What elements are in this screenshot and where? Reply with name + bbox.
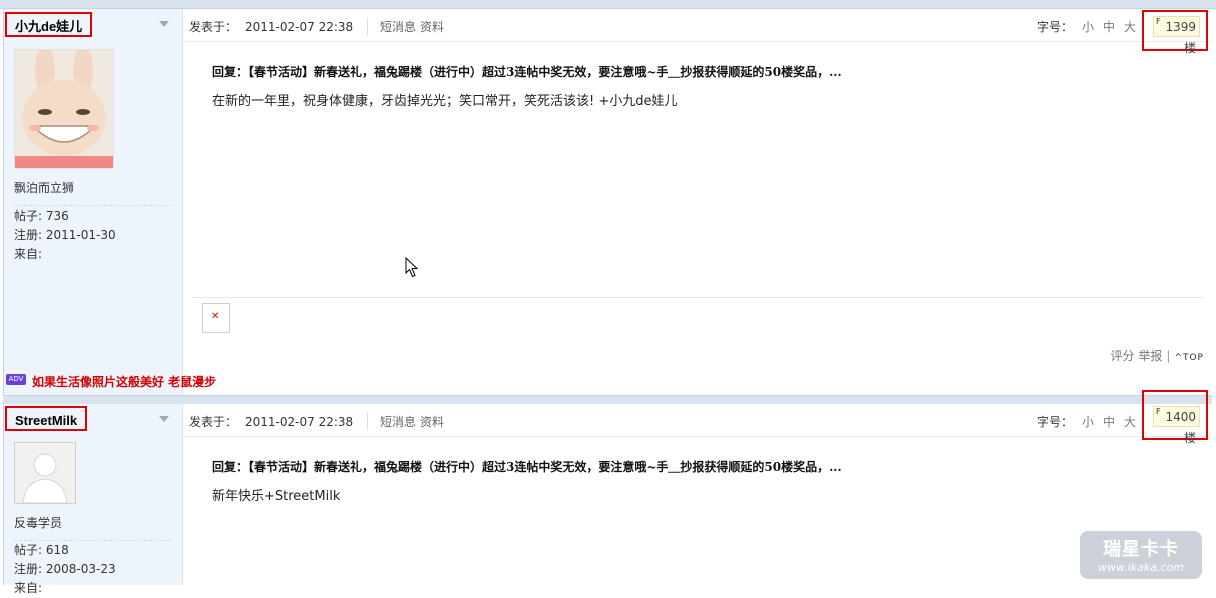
site-watermark: 瑞星卡卡 www.ikaka.com — [1080, 531, 1202, 579]
stat-from: 来自: — [14, 247, 43, 261]
signature-divider — [192, 297, 1204, 298]
time-label: 发表于： — [189, 20, 238, 34]
user-links: 短消息 资料 — [367, 413, 448, 430]
font-size-label: 字号： — [1036, 415, 1073, 429]
post-actions: 评分 举报 | ^TOP — [1111, 347, 1204, 364]
font-size-label: 字号： — [1036, 20, 1073, 34]
adv-badge: ADV — [6, 374, 26, 385]
reply-title: 回复：【春节活动】新春送礼，福兔踢楼（进行中）超过3连帖中奖无效，要注意哦~手＿… — [212, 460, 842, 474]
profile-link[interactable]: 资料 — [420, 20, 444, 34]
stat-posts: 帖子: 618 — [14, 543, 69, 557]
report-link[interactable]: 举报 — [1138, 349, 1162, 363]
reply-title: 回复：【春节活动】新春送礼，福兔踢楼（进行中）超过3连帖中奖无效，要注意哦~手＿… — [212, 65, 842, 79]
menu-chevron-icon[interactable] — [159, 416, 169, 422]
profile-link[interactable]: 资料 — [420, 415, 444, 429]
font-small[interactable]: 小 — [1082, 415, 1094, 429]
ad-link[interactable]: 如果生活像照片这般美好 老鼠漫步 — [32, 373, 216, 390]
time-label: 发表于： — [189, 415, 238, 429]
stat-from: 来自: — [14, 581, 43, 595]
font-medium[interactable]: 中 — [1103, 415, 1115, 429]
font-medium[interactable]: 中 — [1103, 20, 1115, 34]
time-value: 2011-02-07 22:38 — [245, 415, 354, 429]
top-strip — [0, 0, 1216, 9]
post-message: 在新的一年里，祝身体健康，牙齿掉光光；笑口常开，笑死活该该! +小九de娃儿 — [212, 94, 678, 109]
font-size-switch: 字号： 小中大 — [1037, 18, 1136, 35]
font-large[interactable]: 大 — [1124, 415, 1136, 429]
pm-link[interactable]: 短消息 — [380, 20, 416, 34]
floor-number[interactable]: F 1399楼 — [1153, 16, 1200, 55]
time-value: 2011-02-07 22:38 — [245, 20, 354, 34]
watermark-title: 瑞星卡卡 — [1103, 539, 1179, 560]
author-name[interactable]: StreetMilk — [5, 406, 88, 431]
post-1400: StreetMilk 反毒学员 帖子: 618 注册: 2008-03-23 来… — [3, 390, 1212, 595]
divider — [14, 205, 172, 206]
rate-link[interactable]: 评分 — [1111, 349, 1135, 363]
floor-label: 1400楼 — [1165, 410, 1196, 445]
stat-register: 注册: 2008-03-23 — [14, 562, 116, 576]
floor-label: 1399楼 — [1165, 20, 1196, 55]
floor-marker: F — [1156, 407, 1161, 416]
floor-number[interactable]: F 1400楼 — [1153, 406, 1200, 445]
post-body: 发表于： 2011-02-07 22:38 短消息 资料 字号： 小中大 F 1400楼… — [183, 390, 1212, 585]
user-rank: 飘泊而立狮 — [14, 181, 75, 195]
watermark-url: www.ikaka.com — [1097, 561, 1185, 574]
broken-image-icon: ✕ — [202, 303, 230, 333]
post-header: 发表于： 2011-02-07 22:38 短消息 资料 字号： 小中大 F 1400楼 — [183, 390, 1212, 445]
font-small[interactable]: 小 — [1082, 20, 1094, 34]
post-time: 发表于： 2011-02-07 22:38 — [189, 413, 353, 430]
ad-bar: ADV 如果生活像照片这般美好 老鼠漫步 — [3, 369, 1212, 395]
action-separator: | — [1166, 349, 1171, 363]
author-panel: 小九de娃儿 飘泊而立狮 帖子: 736 注册: 2011-01-30 来自: — [3, 9, 183, 395]
floor-highlight: F 1399楼 — [1142, 10, 1208, 55]
top-link[interactable]: ^TOP — [1174, 353, 1204, 363]
avatar[interactable] — [14, 49, 114, 169]
floor-highlight: F 1400楼 — [1142, 390, 1208, 445]
stat-posts: 帖子: 736 — [14, 209, 69, 223]
avatar[interactable] — [14, 442, 76, 504]
floor-marker: F — [1156, 17, 1161, 26]
author-name[interactable]: 小九de娃儿 — [5, 12, 93, 37]
pm-link[interactable]: 短消息 — [380, 415, 416, 429]
user-links: 短消息 资料 — [367, 18, 448, 35]
font-large[interactable]: 大 — [1124, 20, 1136, 34]
font-size-switch: 字号： 小中大 — [1037, 413, 1136, 430]
post-header: 发表于： 2011-02-07 22:38 短消息 资料 字号： 小中大 F 1399楼 — [183, 9, 1212, 55]
post-1399: 小九de娃儿 飘泊而立狮 帖子: 736 注册: 2011-01-30 来自: — [3, 9, 1212, 395]
post-message: 新年快乐+StreetMilk — [212, 489, 341, 504]
author-panel: StreetMilk 反毒学员 帖子: 618 注册: 2008-03-23 来… — [3, 404, 183, 595]
post-body: 发表于： 2011-02-07 22:38 短消息 资料 字号： 小中大 F 1399楼… — [183, 9, 1212, 395]
menu-chevron-icon[interactable] — [159, 21, 169, 27]
post-time: 发表于： 2011-02-07 22:38 — [189, 18, 353, 35]
stat-register: 注册: 2011-01-30 — [14, 228, 116, 242]
mouse-cursor-icon — [405, 257, 419, 278]
user-rank: 反毒学员 — [14, 516, 63, 530]
